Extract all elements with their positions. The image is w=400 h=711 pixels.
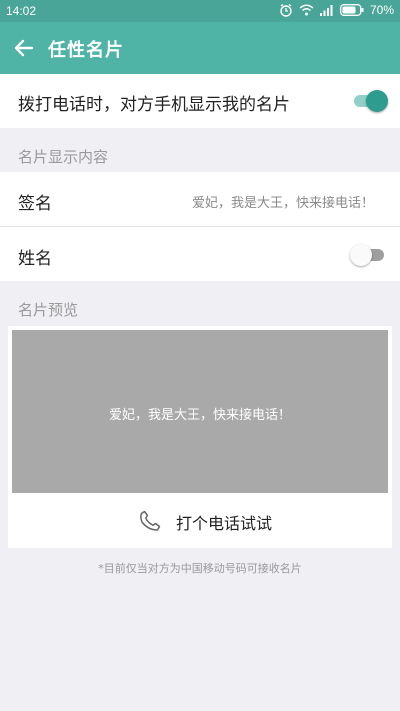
preview-section-header: 名片预览 [18, 301, 79, 319]
name-toggle[interactable] [350, 243, 388, 267]
battery-icon [340, 4, 364, 16]
signature-value: 爱妃，我是大王，快来接电话！ [191, 196, 374, 211]
alarm-icon [280, 3, 292, 17]
name-row[interactable]: 姓名 [0, 227, 400, 281]
phone-icon [140, 510, 161, 531]
signature-label: 签名 [18, 194, 52, 214]
signal-icon [319, 5, 333, 16]
name-label: 姓名 [18, 249, 52, 269]
content-section-header: 名片显示内容 [18, 148, 109, 166]
back-arrow-icon[interactable] [10, 34, 38, 62]
wifi-icon [299, 4, 314, 16]
toggle-knob [350, 244, 372, 266]
page-title: 任性名片 [48, 40, 124, 61]
show-card-toggle[interactable] [350, 89, 388, 113]
status-bar: 14:02 70% [0, 0, 400, 22]
card-preview-text: 爱妃，我是大王，快来接电话！ [108, 408, 291, 423]
footnote: *目前仅当对方为中国移动号码可接收名片 [98, 562, 302, 575]
toggle-knob [366, 90, 388, 112]
show-card-row[interactable]: 拨打电话时，对方手机显示我的名片 [0, 74, 400, 128]
call-test-button[interactable]: 打个电话试试 [8, 494, 392, 548]
battery-percent: 70% [369, 3, 394, 17]
status-icons: 70% [279, 3, 394, 17]
app-bar: 任性名片 [0, 22, 400, 74]
card-preview-image: 爱妃，我是大王，快来接电话！ [12, 330, 388, 493]
call-test-label: 打个电话试试 [176, 514, 273, 533]
show-card-label: 拨打电话时，对方手机显示我的名片 [18, 95, 290, 115]
signature-row[interactable]: 签名 爱妃，我是大王，快来接电话！ [0, 172, 400, 227]
preview-card: 爱妃，我是大王，快来接电话！ 打个电话试试 [8, 326, 392, 548]
status-time: 14:02 [6, 4, 37, 18]
